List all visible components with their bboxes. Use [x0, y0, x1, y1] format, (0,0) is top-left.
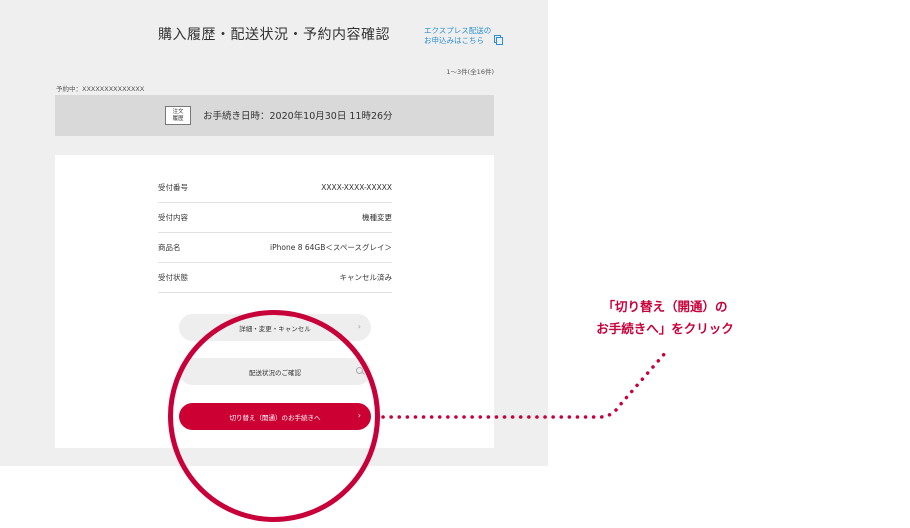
dotted-connector: [381, 350, 668, 419]
callout-line2: お手続きへ」をクリック: [596, 321, 734, 336]
callout-line1: 「切り替え（開通）の: [602, 299, 728, 314]
instruction-callout: 「切り替え（開通）の お手続きへ」をクリック: [560, 296, 770, 340]
